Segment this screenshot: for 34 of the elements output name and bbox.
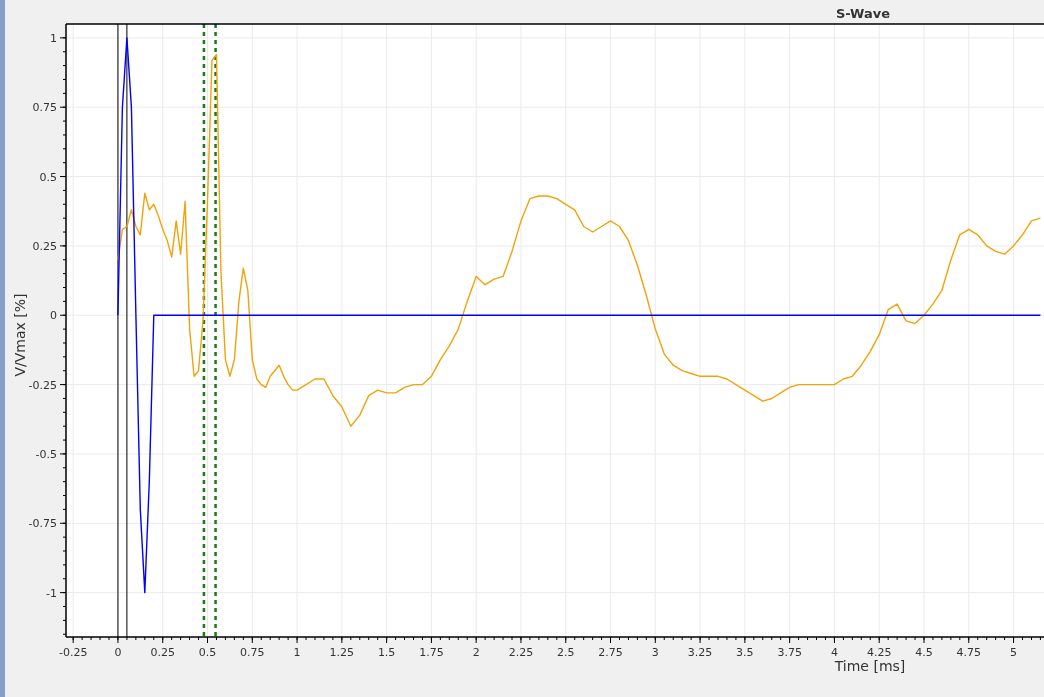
tick-label: 0 [50, 309, 57, 323]
tick-label: 2.75 [598, 646, 623, 659]
tick-label: 2.25 [508, 646, 534, 659]
tick-label: 4.25 [866, 646, 892, 659]
tick-label: 0.75 [32, 101, 57, 115]
chart-title: S-Wave [835, 6, 891, 21]
tick-label: -0.25 [28, 378, 57, 392]
tick-label: -1 [46, 586, 57, 600]
tick-label: 2 [472, 646, 480, 659]
tick-label: 1.25 [329, 646, 355, 659]
tick-label: 0.5 [39, 170, 57, 184]
tick-label: 1.75 [419, 646, 444, 659]
tick-label: 0.25 [32, 239, 57, 253]
tick-label: -0.25 [58, 646, 88, 659]
tick-label: 2.5 [557, 646, 575, 659]
tick-label: 5 [1010, 646, 1018, 659]
tick-label: 1 [293, 646, 301, 659]
tick-label: 3.5 [736, 646, 754, 659]
x-axis-label: Time [ms] [834, 658, 906, 674]
tick-label: 0.5 [198, 646, 217, 659]
tick-label: 4 [830, 646, 838, 659]
tick-label: -0.75 [28, 517, 57, 531]
tick-label: -0.5 [35, 447, 57, 461]
tick-label: 0 [114, 646, 122, 659]
tick-label: 3.75 [777, 646, 802, 659]
tick-label: 0.25 [150, 646, 175, 659]
tick-label: 0.75 [240, 646, 265, 659]
tick-label: 4.75 [956, 646, 981, 659]
y-axis-label: V/Vmax [%] [12, 293, 28, 377]
tick-label: 3 [651, 646, 659, 659]
tick-label: 1.5 [377, 646, 396, 659]
tick-label: 4.5 [915, 646, 933, 659]
tick-label: 1 [50, 31, 57, 45]
tick-label: 3.25 [687, 646, 713, 659]
